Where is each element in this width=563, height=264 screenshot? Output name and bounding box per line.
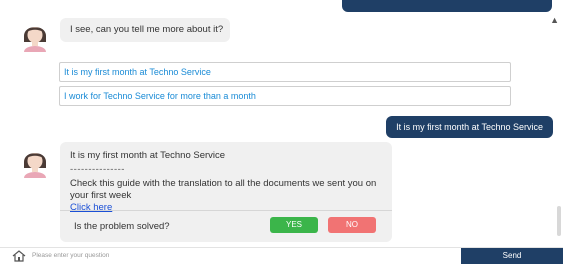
bot-avatar: [24, 153, 46, 178]
question-input[interactable]: Please enter your question: [32, 249, 452, 263]
bot-message-bubble: I see, can you tell me more about it?: [60, 18, 230, 42]
no-button[interactable]: NO: [328, 217, 376, 233]
user-message-bubble: It is my first month at Techno Service: [386, 116, 553, 138]
bot-avatar: [24, 27, 46, 52]
quick-reply-option-first-month[interactable]: It is my first month at Techno Service: [59, 62, 511, 82]
solved-question-text: Is the problem solved?: [74, 221, 170, 232]
bot-answer-bubble: It is my first month at Techno Service -…: [60, 142, 392, 242]
problem-solved-row: Is the problem solved? YES NO: [60, 210, 392, 233]
answer-body: Check this guide with the translation to…: [70, 177, 377, 201]
previous-user-message-bubble: [342, 0, 552, 12]
scrollbar[interactable]: [557, 206, 561, 236]
yes-button[interactable]: YES: [270, 217, 318, 233]
scroll-up-icon[interactable]: ▲: [550, 16, 559, 25]
bot-question-text: I see, can you tell me more about it?: [70, 24, 224, 35]
input-bar: Please enter your question Send: [0, 247, 563, 264]
send-button[interactable]: Send: [461, 248, 563, 264]
click-here-link[interactable]: Click here: [70, 202, 382, 214]
home-icon[interactable]: [12, 250, 26, 262]
answer-title: It is my first month at Techno Service: [70, 150, 226, 161]
answer-divider: ---------------: [70, 163, 125, 175]
quick-reply-option-more-than-month[interactable]: I work for Techno Service for more than …: [59, 86, 511, 106]
user-message-text: It is my first month at Techno Service: [396, 122, 543, 132]
